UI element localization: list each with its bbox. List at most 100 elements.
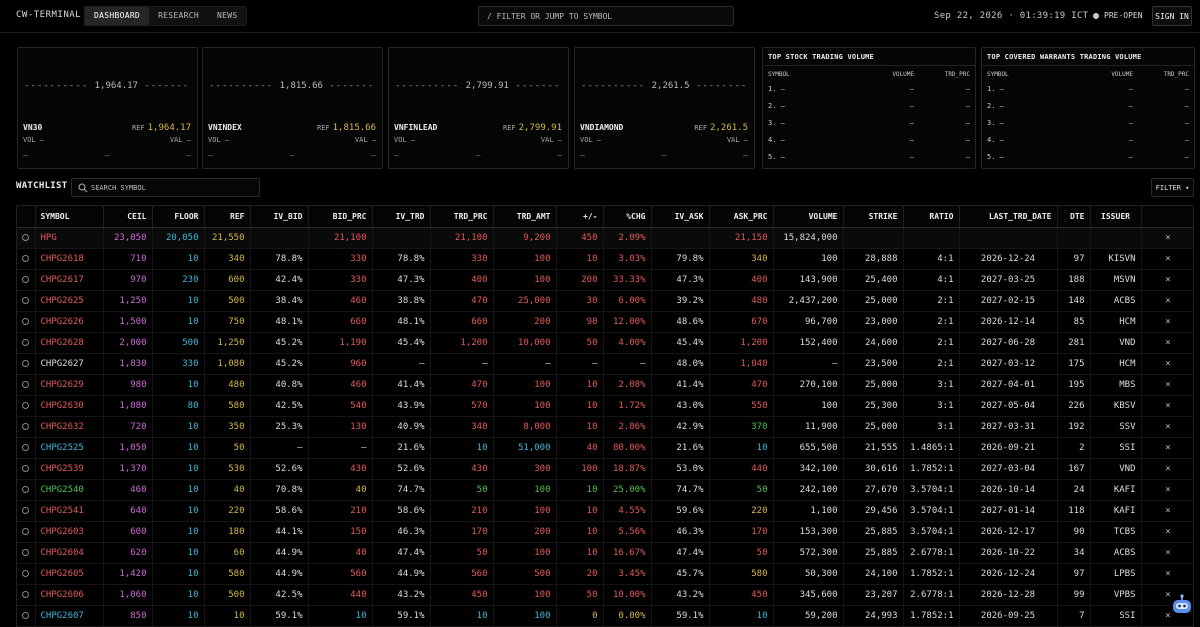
col-header-ask-prc[interactable]: ASK_PRC [709, 206, 774, 228]
watchlist-search[interactable] [71, 178, 260, 197]
search-symbol-input[interactable] [91, 181, 256, 195]
command-input[interactable] [478, 6, 734, 26]
remove-row-icon[interactable]: × [1165, 569, 1170, 579]
remove-row-icon[interactable]: × [1165, 506, 1170, 516]
remove-row-icon[interactable]: × [1165, 527, 1170, 537]
table-row[interactable]: CHPG2626 1,500 10 750 48.1% 660 48.1% 660 200 90 1… [17, 311, 1193, 333]
top-list-row[interactable]: 5. — — — [768, 153, 970, 161]
index-card-vndiamond[interactable]: ---------- 2,261.5 ---------- VNDIAMOND … [574, 47, 755, 169]
remove-row-icon[interactable]: × [1165, 359, 1170, 369]
row-select-radio[interactable] [17, 605, 36, 627]
table-row[interactable]: CHPG2606 1,060 10 500 42.5% 440 43.2% 450 100 50 1… [17, 584, 1193, 606]
cell-sym[interactable]: CHPG2541 [35, 500, 104, 522]
cell-sym[interactable]: CHPG2606 [35, 584, 104, 606]
assistant-bot-icon[interactable] [1170, 594, 1194, 616]
cell-sym[interactable]: CHPG2630 [35, 395, 104, 417]
tab-dashboard[interactable]: DASHBOARD [85, 7, 150, 25]
row-select-radio[interactable] [17, 374, 36, 396]
top-list-row[interactable]: 2. — — — [987, 102, 1189, 110]
watchlist-table-wrap[interactable]: SYMBOL CEIL FLOOR REF IV_BID BID_PRC IV_TRD TRD… [16, 205, 1194, 627]
cell-sym[interactable]: CHPG2632 [35, 416, 104, 438]
cell-sym[interactable]: CHPG2605 [35, 563, 104, 585]
cell-sym[interactable]: CHPG2625 [35, 290, 104, 312]
table-row[interactable]: CHPG2618 710 10 340 78.8% 330 78.8% 330 100 10 3.0… [17, 248, 1193, 270]
top-list-row[interactable]: 3. — — — [768, 119, 970, 127]
col-header-chg[interactable]: %CHG [603, 206, 652, 228]
row-select-radio[interactable] [17, 521, 36, 543]
table-row[interactable]: CHPG2607 850 10 10 59.1% 10 59.1% 10 100 0 0.00% 59… [17, 605, 1193, 627]
cell-sym[interactable]: CHPG2540 [35, 479, 104, 501]
remove-row-icon[interactable]: × [1165, 464, 1170, 474]
row-select-radio[interactable] [17, 500, 36, 522]
cell-sym[interactable]: CHPG2628 [35, 332, 104, 354]
tab-research[interactable]: RESEARCH [149, 7, 208, 25]
tab-news[interactable]: NEWS [208, 7, 246, 25]
col-header-iv-bid[interactable]: IV_BID [250, 206, 309, 228]
row-select-radio[interactable] [17, 542, 36, 564]
col-header-volume[interactable]: VOLUME [773, 206, 844, 228]
cell-sym[interactable]: CHPG2627 [35, 353, 104, 375]
table-row[interactable]: CHPG2525 1,050 10 50— —21.6% 10 51,000 40 80.00%… [17, 437, 1193, 459]
remove-row-icon[interactable]: × [1165, 548, 1170, 558]
col-header-ref[interactable]: REF [204, 206, 251, 228]
row-select-radio[interactable] [17, 458, 36, 480]
cell-sym[interactable]: CHPG2618 [35, 248, 104, 270]
table-row[interactable]: CHPG2540 460 10 40 70.8% 40 74.7% 50 100 10 25.00%… [17, 479, 1193, 501]
top-list-row[interactable]: 3. — — — [987, 119, 1189, 127]
table-row[interactable]: CHPG2627 1,830 330 1,080 45.2% 960— — — — —48.0% 1… [17, 353, 1193, 375]
remove-row-icon[interactable]: × [1165, 422, 1170, 432]
row-select-radio[interactable] [17, 584, 36, 606]
col-header-symbol[interactable]: SYMBOL [35, 206, 104, 228]
top-list-row[interactable]: 1. — — — [987, 85, 1189, 93]
table-row[interactable]: HPG 23,050 20,050 21,550 21,100 21,100 9,200 45… [17, 227, 1193, 249]
top-list-row[interactable]: 4. — — — [768, 136, 970, 144]
remove-row-icon[interactable]: × [1165, 338, 1170, 348]
col-header-dte[interactable]: DTE [1057, 206, 1091, 228]
index-card-vnindex[interactable]: ---------- 1,815.66 ---------- VNINDEX R… [202, 47, 383, 169]
col-header-iv-ask[interactable]: IV_ASK [651, 206, 710, 228]
cell-sym[interactable]: CHPG2604 [35, 542, 104, 564]
table-row[interactable]: CHPG2630 1,080 80 580 42.5% 540 43.9% 570 100 10 1… [17, 395, 1193, 417]
index-card-vn30[interactable]: ---------- 1,964.17 ---------- VN30 REF1… [17, 47, 198, 169]
row-select-radio[interactable] [17, 332, 36, 354]
table-row[interactable]: CHPG2603 600 10 180 44.1% 150 46.3% 170 200 10 5.5… [17, 521, 1193, 543]
remove-row-icon[interactable]: × [1165, 443, 1170, 453]
table-row[interactable]: CHPG2628 2,000 500 1,250 45.2% 1,190 45.4% 1,20… [17, 332, 1193, 354]
table-row[interactable]: CHPG2605 1,420 10 580 44.9% 560 44.9% 560 500 20 3… [17, 563, 1193, 585]
top-list-row[interactable]: 1. — — — [768, 85, 970, 93]
row-select-radio[interactable] [17, 437, 36, 459]
remove-row-icon[interactable]: × [1165, 275, 1170, 285]
cell-sym[interactable]: CHPG2617 [35, 269, 104, 291]
top-list-row[interactable]: 4. — — — [987, 136, 1189, 144]
col-header-bid-prc[interactable]: BID_PRC [308, 206, 373, 228]
cell-sym[interactable]: CHPG2629 [35, 374, 104, 396]
remove-row-icon[interactable]: × [1165, 233, 1170, 243]
table-row[interactable]: CHPG2632 720 10 350 25.3% 130 40.9% 340 8,000 10 2… [17, 416, 1193, 438]
row-select-radio[interactable] [17, 269, 36, 291]
remove-row-icon[interactable]: × [1165, 254, 1170, 264]
cell-sym[interactable]: CHPG2525 [35, 437, 104, 459]
col-header-last-trd-date[interactable]: LAST_TRD_DATE [959, 206, 1058, 228]
row-select-radio[interactable] [17, 416, 36, 438]
cell-sym[interactable]: CHPG2607 [35, 605, 104, 627]
table-row[interactable]: CHPG2629 980 10 480 40.8% 460 41.4% 470 100 10 2.0… [17, 374, 1193, 396]
col-header-ratio[interactable]: RATIO [903, 206, 960, 228]
row-select-radio[interactable] [17, 563, 36, 585]
table-row[interactable]: CHPG2539 1,370 10 530 52.6% 430 52.6% 430 300 100… [17, 458, 1193, 480]
row-select-radio[interactable] [17, 311, 36, 333]
remove-row-icon[interactable]: × [1165, 317, 1170, 327]
table-row[interactable]: CHPG2617 970 230 600 42.4% 330 47.3% 400 100 200 3… [17, 269, 1193, 291]
table-row[interactable]: CHPG2541 640 10 220 58.6% 210 58.6% 210 100 10 4.5… [17, 500, 1193, 522]
remove-row-icon[interactable]: × [1165, 296, 1170, 306]
sign-in-button[interactable]: SIGN IN [1152, 6, 1192, 26]
row-select-radio[interactable] [17, 353, 36, 375]
cell-sym[interactable]: CHPG2626 [35, 311, 104, 333]
table-row[interactable]: CHPG2625 1,250 10 500 38.4% 460 38.8% 470 25,000… [17, 290, 1193, 312]
filter-button[interactable]: FILTER ▾ [1151, 178, 1194, 197]
top-list-row[interactable]: 2. — — — [768, 102, 970, 110]
cell-sym[interactable]: CHPG2539 [35, 458, 104, 480]
row-select-radio[interactable] [17, 248, 36, 270]
col-header-strike[interactable]: STRIKE [843, 206, 904, 228]
col-header-trd-amt[interactable]: TRD_AMT [493, 206, 557, 228]
cell-sym[interactable]: HPG [35, 227, 104, 249]
